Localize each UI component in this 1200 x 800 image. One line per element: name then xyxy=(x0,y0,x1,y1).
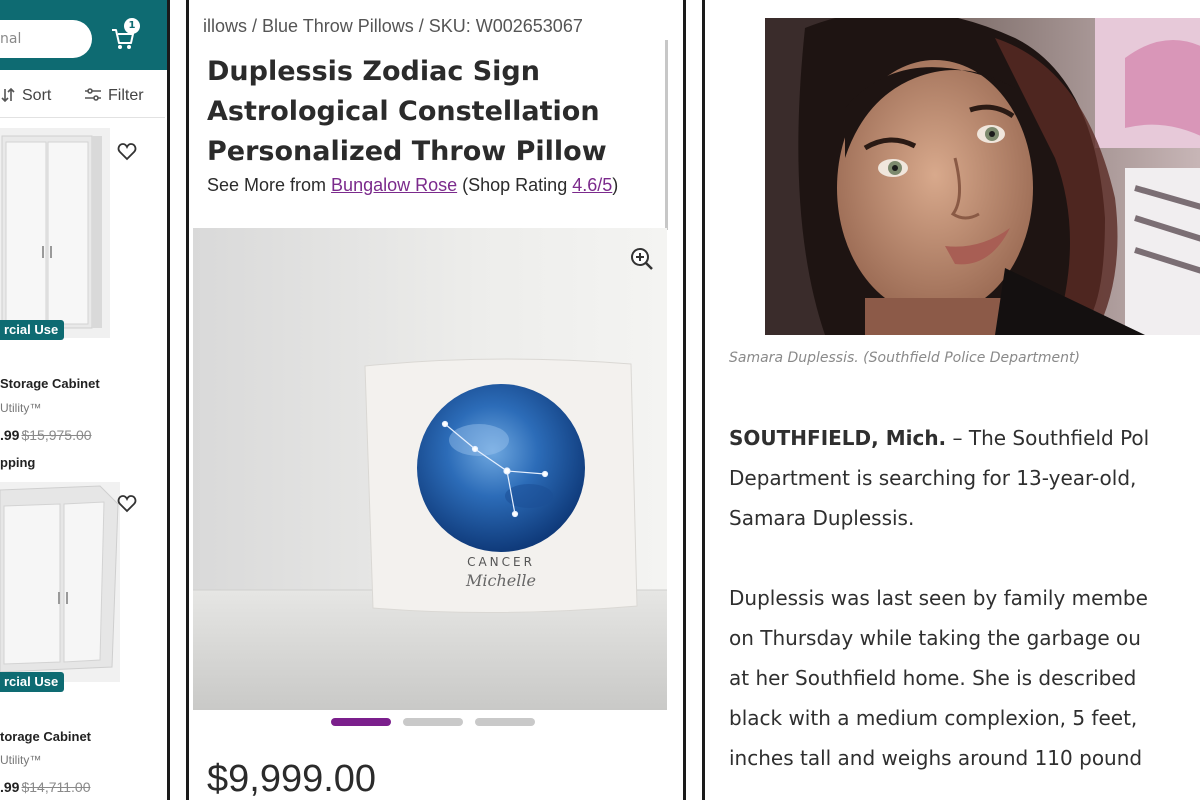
article-paragraph: Duplessis was last seen by family membe … xyxy=(729,578,1200,778)
sort-button[interactable]: Sort xyxy=(0,87,51,105)
rating-prefix: (Shop Rating xyxy=(457,175,573,195)
product-price: .99 $14,711.00 xyxy=(0,779,91,795)
article-line: Duplessis was last seen by family membe xyxy=(729,586,1148,610)
breadcrumb[interactable]: illows / Blue Throw Pillows / SKU: W0026… xyxy=(203,16,683,37)
product-image[interactable] xyxy=(0,482,120,682)
product-brand: Utility™ xyxy=(0,401,42,415)
product-price: $9,999.00 xyxy=(207,758,377,800)
dateline: SOUTHFIELD, Mich. xyxy=(729,426,947,450)
portrait-photo xyxy=(765,18,1200,335)
product-name[interactable]: Storage Cabinet xyxy=(0,376,100,391)
sale-price: .99 xyxy=(0,427,20,443)
favorite-heart-icon[interactable] xyxy=(116,141,138,163)
brand-link[interactable]: Bungalow Rose xyxy=(331,175,457,195)
article-line: Department is searching for 13-year-old, xyxy=(729,466,1137,490)
rating-suffix: ) xyxy=(612,175,619,195)
product-panel: illows / Blue Throw Pillows / SKU: W0026… xyxy=(186,0,686,800)
product-image[interactable] xyxy=(0,128,110,338)
commercial-use-badge: rcial Use xyxy=(0,672,65,692)
pillow-name-text: Michelle xyxy=(465,571,536,590)
pillow-photo: CANCER Michelle xyxy=(193,228,667,710)
cart-count-badge: 1 xyxy=(124,18,140,34)
sort-icon xyxy=(1,87,15,103)
scrollbar[interactable] xyxy=(665,40,668,230)
cabinet-image xyxy=(0,482,120,682)
article-paragraph: SOUTHFIELD, Mich. – The Southfield Pol D… xyxy=(729,418,1200,538)
shop-rating-link[interactable]: 4.6/5 xyxy=(572,175,612,195)
listing-panel: nal 1 Sort Filter rcial Use Storage Cabi… xyxy=(0,0,170,800)
article-line: Samara Duplessis. xyxy=(729,506,915,530)
filter-button[interactable]: Filter xyxy=(84,87,144,105)
article-line: – The Southfield Pol xyxy=(946,426,1150,450)
article-body: SOUTHFIELD, Mich. – The Southfield Pol D… xyxy=(729,418,1200,778)
product-name[interactable]: torage Cabinet xyxy=(0,729,91,744)
filter-label: Filter xyxy=(108,87,144,104)
sort-label: Sort xyxy=(22,87,52,104)
article-line: inches tall and weighs around 110 pound xyxy=(729,746,1143,770)
photo-caption: Samara Duplessis. (Southfield Police Dep… xyxy=(729,350,1080,366)
shop-info: See More from Bungalow Rose (Shop Rating… xyxy=(207,170,647,200)
was-price: $14,711.00 xyxy=(21,779,91,795)
article-line: black with a medium complexion, 5 feet, xyxy=(729,706,1138,730)
sale-price: .99 xyxy=(0,779,20,795)
product-title: Duplessis Zodiac Sign Astrological Const… xyxy=(207,56,607,167)
product-image[interactable]: CANCER Michelle xyxy=(193,228,667,710)
see-more-text: See More from xyxy=(207,175,332,195)
article-photo xyxy=(765,18,1200,335)
commercial-use-badge: rcial Use xyxy=(0,320,65,340)
product-brand: Utility™ xyxy=(0,753,42,767)
sort-filter-bar: Sort Filter xyxy=(0,78,165,118)
carousel-dot-active[interactable] xyxy=(331,718,391,726)
cabinet-image xyxy=(0,128,110,338)
article-panel: Samara Duplessis. (Southfield Police Dep… xyxy=(702,0,1200,800)
zoom-in-icon[interactable] xyxy=(629,246,655,272)
listing-header-bar: nal 1 xyxy=(0,0,167,70)
was-price: $15,975.00 xyxy=(21,427,92,443)
carousel-dot[interactable] xyxy=(403,718,463,726)
filter-icon xyxy=(85,88,101,101)
favorite-heart-icon[interactable] xyxy=(116,493,138,515)
product-price: .99 $15,975.00 xyxy=(0,427,92,443)
carousel-dot[interactable] xyxy=(475,718,535,726)
search-input[interactable]: nal xyxy=(0,20,92,58)
article-line: at her Southfield home. She is described xyxy=(729,666,1137,690)
pillow-sign-text: CANCER xyxy=(467,555,535,569)
article-line: on Thursday while taking the garbage ou xyxy=(729,626,1141,650)
shipping-label: pping xyxy=(0,455,36,470)
